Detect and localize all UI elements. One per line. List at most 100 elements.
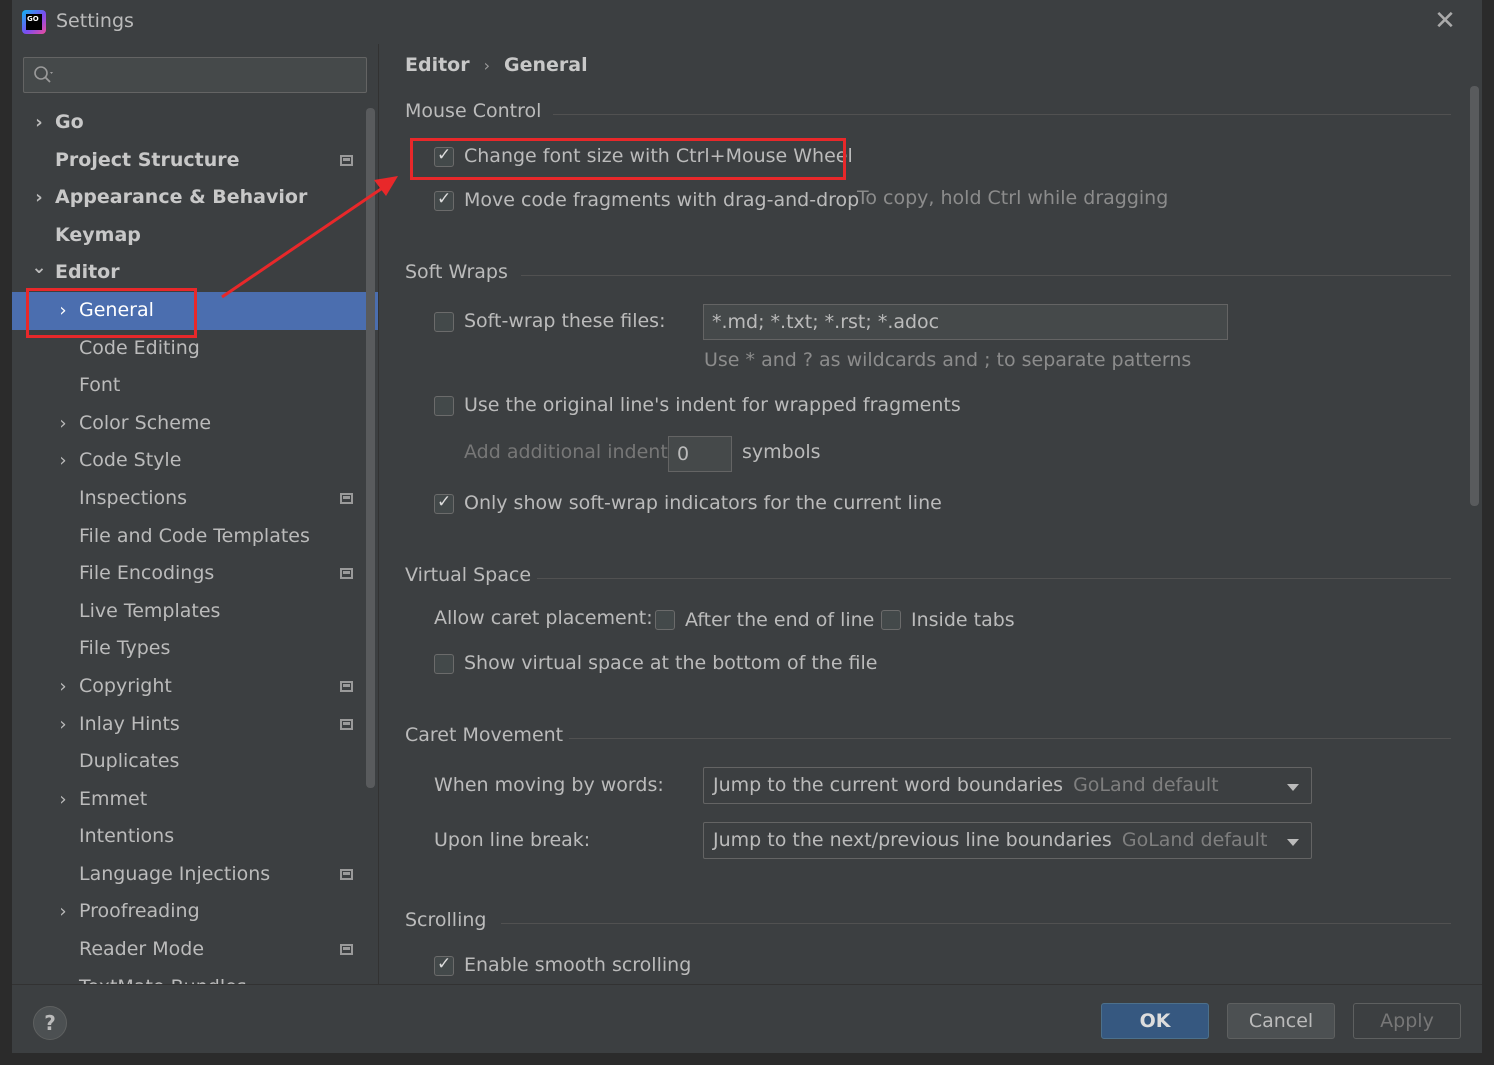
cancel-button[interactable]: Cancel	[1227, 1003, 1335, 1039]
sidebar-item-file-and-code-templates[interactable]: File and Code Templates	[12, 518, 378, 556]
sidebar-item-language-injections[interactable]: Language Injections	[12, 856, 378, 894]
sidebar-item-label: Go	[55, 111, 84, 133]
sidebar-item-font[interactable]: Font	[12, 367, 378, 405]
moving-by-words-label: When moving by words:	[434, 774, 664, 796]
inside-tabs-label[interactable]: Inside tabs	[911, 609, 1015, 631]
sidebar-item-live-templates[interactable]: Live Templates	[12, 593, 378, 631]
chevron-down-icon[interactable]: ⌄	[31, 249, 47, 287]
section-divider	[553, 114, 1451, 115]
sidebar-item-copyright[interactable]: › Copyright	[12, 668, 378, 706]
background-right	[1482, 0, 1494, 1065]
dropdown-arrow-icon	[1287, 839, 1299, 846]
close-icon[interactable]: ✕	[1432, 8, 1458, 34]
soft-wrap-files-input[interactable]: *.md; *.txt; *.rst; *.adoc	[703, 304, 1228, 340]
sidebar-item-label: Inspections	[79, 486, 188, 509]
breadcrumb-separator-icon: ›	[483, 56, 491, 75]
section-title-virtual-space: Virtual Space	[405, 564, 532, 586]
ok-button[interactable]: OK	[1101, 1003, 1209, 1039]
move-code-fragments-checkbox[interactable]	[434, 189, 454, 211]
search-input[interactable]	[23, 57, 367, 93]
move-code-fragments-label[interactable]: Move code fragments with drag-and-drop	[464, 189, 859, 211]
after-end-of-line-label[interactable]: After the end of line	[685, 609, 874, 631]
sidebar-item-duplicates[interactable]: Duplicates	[12, 743, 378, 781]
upon-line-break-default-hint: GoLand default	[1121, 829, 1268, 851]
allow-caret-label: Allow caret placement:	[434, 607, 653, 629]
section-title-mouse-control: Mouse Control	[405, 100, 542, 122]
section-title-soft-wraps: Soft Wraps	[405, 261, 508, 283]
breadcrumb-parent[interactable]: Editor	[405, 54, 470, 76]
original-indent-checkbox[interactable]	[434, 396, 454, 416]
chevron-right-icon[interactable]: ›	[55, 442, 71, 480]
original-indent-label[interactable]: Use the original line's indent for wrapp…	[464, 394, 961, 416]
sidebar-item-label: File Encodings	[79, 562, 215, 585]
breadcrumb-current: General	[504, 54, 588, 76]
apply-button[interactable]: Apply	[1353, 1003, 1461, 1039]
sidebar-item-label: File and Code Templates	[79, 524, 310, 547]
project-level-icon	[340, 154, 353, 166]
sidebar-item-code-style[interactable]: › Code Style	[12, 442, 378, 480]
upon-line-break-dropdown[interactable]: Jump to the next/previous line boundarie…	[703, 822, 1312, 859]
settings-tree: › Go Project Structure › Appearance & Behavi…	[12, 104, 378, 984]
sidebar-item-project-structure[interactable]: Project Structure	[12, 142, 378, 180]
background-bottom	[0, 1053, 1494, 1065]
sidebar-item-emmet[interactable]: › Emmet	[12, 781, 378, 819]
sidebar-item-inspections[interactable]: Inspections	[12, 480, 378, 518]
chevron-right-icon[interactable]: ›	[31, 104, 47, 142]
sidebar-item-color-scheme[interactable]: › Color Scheme	[12, 405, 378, 443]
chevron-right-icon[interactable]: ›	[55, 706, 71, 744]
chevron-right-icon[interactable]: ›	[55, 405, 71, 443]
after-end-of-line-checkbox[interactable]	[655, 610, 675, 630]
additional-indent-input[interactable]: 0	[668, 436, 732, 472]
only-current-line-checkbox[interactable]	[434, 492, 454, 514]
window-title: Settings	[56, 10, 134, 32]
copy-hint: To copy, hold Ctrl while dragging	[857, 187, 1169, 209]
sidebar-scrollbar[interactable]	[366, 108, 375, 788]
soft-wrap-files-label[interactable]: Soft-wrap these files:	[464, 310, 666, 332]
project-level-icon	[340, 568, 353, 580]
chevron-right-icon[interactable]: ›	[31, 179, 47, 217]
smooth-scrolling-label[interactable]: Enable smooth scrolling	[464, 954, 691, 976]
sidebar-item-appearance-behavior[interactable]: › Appearance & Behavior	[12, 179, 378, 217]
smooth-scrolling-checkbox[interactable]	[434, 954, 454, 976]
project-level-icon	[340, 718, 353, 730]
sidebar-item-label: Code Style	[79, 449, 182, 472]
sidebar-item-editor[interactable]: ⌄ Editor	[12, 254, 378, 292]
show-virtual-space-label[interactable]: Show virtual space at the bottom of the …	[464, 652, 878, 674]
sidebar-item-textmate-bundles[interactable]: TextMate Bundles	[12, 969, 378, 984]
sidebar-item-inlay-hints[interactable]: › Inlay Hints	[12, 706, 378, 744]
chevron-right-icon[interactable]: ›	[55, 668, 71, 706]
moving-by-words-dropdown[interactable]: Jump to the current word boundaries GoLan…	[703, 767, 1312, 804]
sidebar-item-label: Emmet	[79, 787, 148, 810]
symbols-unit-label: symbols	[742, 441, 821, 463]
title-bar: GO Settings ✕	[12, 0, 1482, 44]
only-current-line-label[interactable]: Only show soft-wrap indicators for the c…	[464, 492, 942, 514]
moving-by-words-default-hint: GoLand default	[1073, 774, 1219, 796]
sidebar-item-file-types[interactable]: File Types	[12, 630, 378, 668]
sidebar-item-label: Color Scheme	[79, 411, 212, 434]
soft-wrap-files-checkbox[interactable]	[434, 312, 454, 332]
project-level-icon	[340, 944, 353, 956]
background-left	[0, 0, 12, 1065]
goland-app-icon: GO	[22, 10, 46, 34]
content-scrollbar[interactable]	[1470, 86, 1479, 506]
section-title-caret-movement: Caret Movement	[405, 724, 564, 746]
show-virtual-space-checkbox[interactable]	[434, 654, 454, 674]
sidebar-item-proofreading[interactable]: › Proofreading	[12, 893, 378, 931]
sidebar-item-intentions[interactable]: Intentions	[12, 818, 378, 856]
sidebar-item-reader-mode[interactable]: Reader Mode	[12, 931, 378, 969]
sidebar-item-label: TextMate Bundles	[79, 969, 247, 984]
annotation-highlight-general	[26, 288, 197, 338]
chevron-right-icon[interactable]: ›	[55, 893, 71, 931]
sidebar-item-file-encodings[interactable]: File Encodings	[12, 555, 378, 593]
sidebar-item-go[interactable]: › Go	[12, 104, 378, 142]
project-level-icon	[340, 680, 353, 692]
sidebar-item-keymap[interactable]: Keymap	[12, 217, 378, 255]
dialog-footer: ? OK Cancel Apply	[12, 984, 1482, 1053]
chevron-right-icon[interactable]: ›	[55, 781, 71, 819]
inside-tabs-checkbox[interactable]	[881, 610, 901, 630]
sidebar-item-label: File Types	[79, 637, 171, 660]
settings-content: Editor›General Mouse Control Change font…	[378, 44, 1482, 984]
help-button[interactable]: ?	[33, 1006, 67, 1040]
sidebar-item-label: Live Templates	[79, 599, 221, 622]
moving-by-words-value: Jump to the current word boundaries	[713, 774, 1064, 796]
